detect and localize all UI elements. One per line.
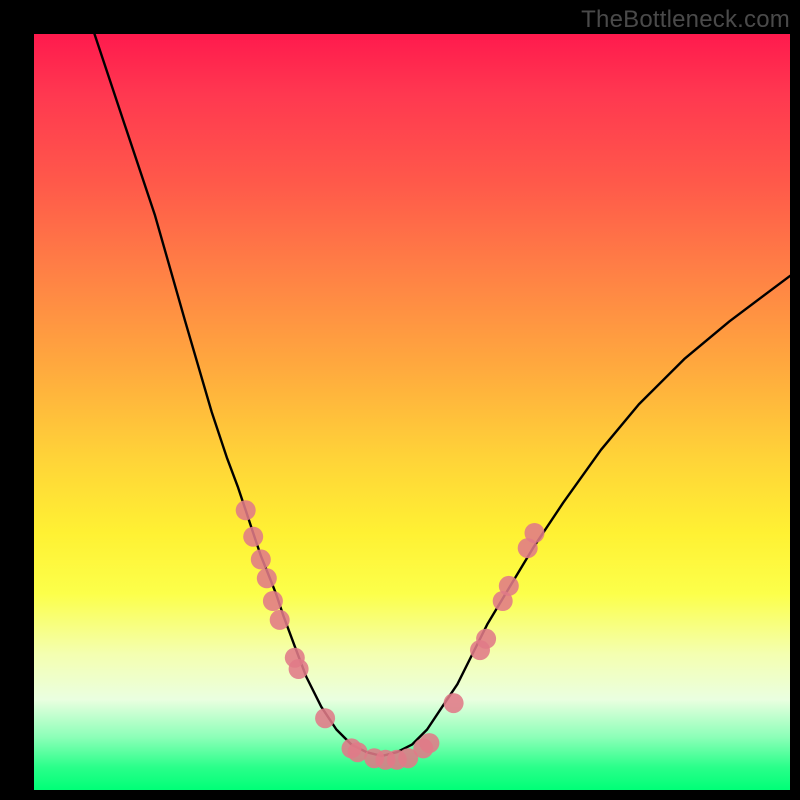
marker-point bbox=[419, 733, 439, 753]
watermark-text: TheBottleneck.com bbox=[581, 6, 790, 34]
marker-point bbox=[499, 576, 519, 596]
marker-point bbox=[476, 629, 496, 649]
marker-point bbox=[315, 708, 335, 728]
marker-point bbox=[236, 500, 256, 520]
chart-svg bbox=[34, 34, 790, 790]
curve-curve-left bbox=[95, 34, 382, 756]
plot-area bbox=[34, 34, 790, 790]
marker-point bbox=[251, 549, 271, 569]
marker-point bbox=[444, 693, 464, 713]
curve-curve-right bbox=[382, 276, 790, 756]
marker-point bbox=[263, 591, 283, 611]
marker-point bbox=[243, 527, 263, 547]
marker-point bbox=[270, 610, 290, 630]
marker-point bbox=[289, 659, 309, 679]
marker-point bbox=[257, 568, 277, 588]
marker-point bbox=[525, 523, 545, 543]
outer-frame: TheBottleneck.com bbox=[0, 0, 800, 800]
